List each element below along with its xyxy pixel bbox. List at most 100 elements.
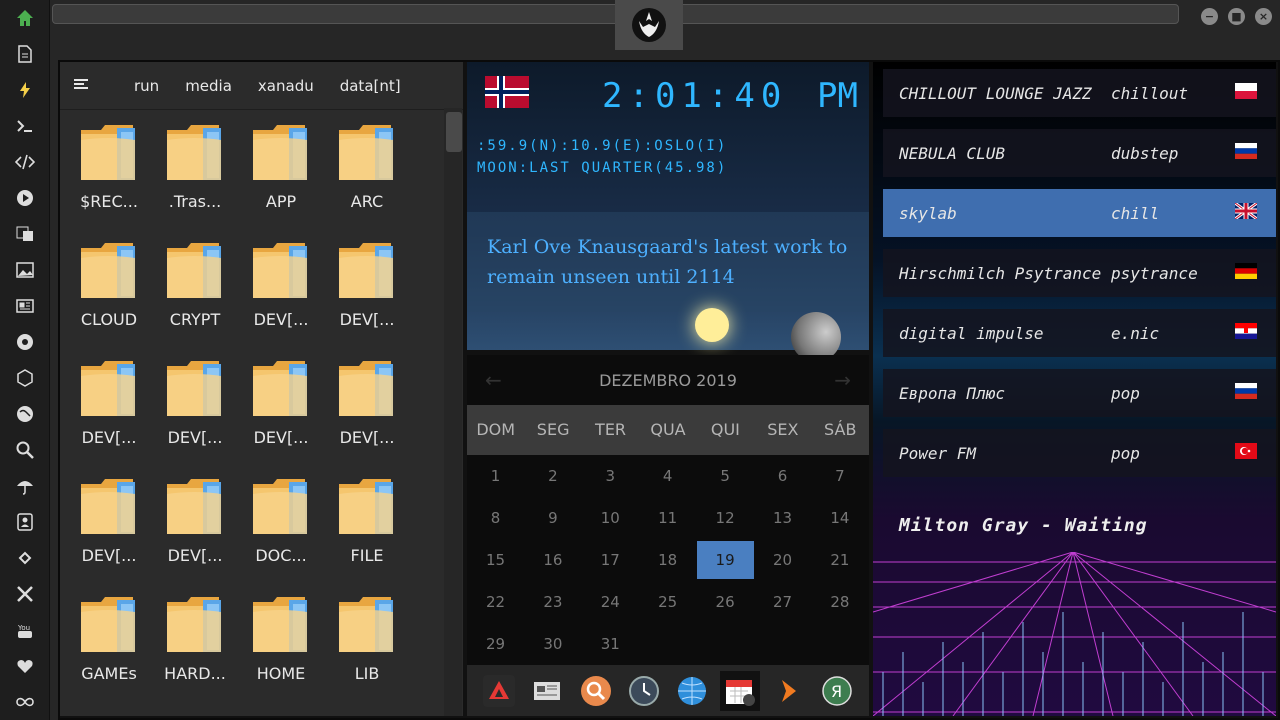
- calendar-day[interactable]: 12: [697, 499, 754, 537]
- terminal-icon[interactable]: [0, 108, 50, 144]
- image-icon[interactable]: [0, 252, 50, 288]
- calendar-day[interactable]: 23: [524, 583, 581, 621]
- calendar-day[interactable]: 24: [582, 583, 639, 621]
- play-icon[interactable]: [0, 180, 50, 216]
- heart-icon[interactable]: [0, 648, 50, 684]
- minimize-button[interactable]: −: [1201, 8, 1218, 25]
- calendar-day[interactable]: 16: [524, 541, 581, 579]
- calendar-day[interactable]: 3: [582, 457, 639, 495]
- scrollbar-thumb[interactable]: [446, 112, 462, 152]
- calendar-day[interactable]: 25: [639, 583, 696, 621]
- calendar-day[interactable]: 31: [582, 625, 639, 663]
- settings-wheel-icon[interactable]: [0, 324, 50, 360]
- calendar-day[interactable]: 20: [754, 541, 811, 579]
- hexagon-icon[interactable]: [0, 360, 50, 396]
- folder-item[interactable]: DOC...: [238, 476, 324, 586]
- folder-item[interactable]: CRYPT: [152, 240, 238, 350]
- folder-item[interactable]: HARD...: [152, 594, 238, 704]
- search-icon[interactable]: [576, 671, 616, 711]
- clock-icon[interactable]: [624, 671, 664, 711]
- station-row[interactable]: skylab chill: [883, 189, 1276, 237]
- home-icon[interactable]: [0, 0, 50, 36]
- calendar-day[interactable]: 2: [524, 457, 581, 495]
- station-row[interactable]: CHILLOUT LOUNGE JAZZ chillout: [883, 69, 1276, 117]
- folder-item[interactable]: DEV[...: [324, 240, 410, 350]
- folder-item[interactable]: DEV[...: [238, 240, 324, 350]
- tab-xanadu[interactable]: xanadu: [258, 77, 314, 95]
- calendar-day[interactable]: 27: [754, 583, 811, 621]
- folder-item[interactable]: GAMEs: [66, 594, 152, 704]
- document-icon[interactable]: [0, 36, 50, 72]
- news-icon[interactable]: [527, 671, 567, 711]
- calendar-day[interactable]: 11: [639, 499, 696, 537]
- folder-item[interactable]: DEV[...: [66, 476, 152, 586]
- scrollbar-track[interactable]: [444, 108, 462, 716]
- folder-item[interactable]: DEV[...: [324, 358, 410, 468]
- folder-item[interactable]: HOME: [238, 594, 324, 704]
- folder-item[interactable]: $REC...: [66, 122, 152, 232]
- umbrella-icon[interactable]: [0, 468, 50, 504]
- menu-icon[interactable]: [74, 77, 94, 95]
- folder-item[interactable]: .Tras...: [152, 122, 238, 232]
- calendar-day[interactable]: 6: [754, 457, 811, 495]
- tab-media[interactable]: media: [185, 77, 232, 95]
- youtube-icon[interactable]: You: [0, 612, 50, 648]
- newspaper-icon[interactable]: [0, 288, 50, 324]
- calendar-day[interactable]: 30: [524, 625, 581, 663]
- station-row[interactable]: Power FM pop: [883, 429, 1276, 477]
- folder-item[interactable]: DEV[...: [152, 476, 238, 586]
- calendar-day[interactable]: 22: [467, 583, 524, 621]
- station-row[interactable]: digital impulse e.nic: [883, 309, 1276, 357]
- calendar-day[interactable]: 28: [811, 583, 868, 621]
- calendar-day[interactable]: 13: [754, 499, 811, 537]
- station-row[interactable]: NEBULA CLUB dubstep: [883, 129, 1276, 177]
- folder-item[interactable]: ARC: [324, 122, 410, 232]
- lightning-icon[interactable]: [0, 72, 50, 108]
- station-row[interactable]: Hirschmilch Psytrance psytrance: [883, 249, 1276, 297]
- contacts-icon[interactable]: [0, 504, 50, 540]
- folder-item[interactable]: FILE: [324, 476, 410, 586]
- calendar-icon[interactable]: [720, 670, 761, 711]
- tab-data-nt[interactable]: data[nt]: [340, 77, 401, 95]
- maximize-button[interactable]: ■: [1228, 8, 1245, 25]
- link-icon[interactable]: [0, 540, 50, 576]
- calendar-day[interactable]: 10: [582, 499, 639, 537]
- calendar-day[interactable]: 18: [639, 541, 696, 579]
- station-row[interactable]: Европа Плюс pop: [883, 369, 1276, 417]
- tab-run[interactable]: run: [134, 77, 159, 95]
- calendar-day[interactable]: 5: [697, 457, 754, 495]
- close-button[interactable]: ×: [1255, 8, 1272, 25]
- calendar-day[interactable]: 26: [697, 583, 754, 621]
- calendar-day[interactable]: 17: [582, 541, 639, 579]
- search-icon[interactable]: [0, 432, 50, 468]
- calendar-day[interactable]: 29: [467, 625, 524, 663]
- expand-icon[interactable]: [0, 576, 50, 612]
- calendar-day[interactable]: 7: [811, 457, 868, 495]
- calendar-day[interactable]: 8: [467, 499, 524, 537]
- folder-item[interactable]: DEV[...: [152, 358, 238, 468]
- arrow-icon[interactable]: [769, 671, 809, 711]
- calendar-day[interactable]: 1: [467, 457, 524, 495]
- folder-item[interactable]: DEV[...: [238, 358, 324, 468]
- prev-month-button[interactable]: ←: [485, 368, 502, 392]
- code-icon[interactable]: [0, 144, 50, 180]
- calendar-day[interactable]: 14: [811, 499, 868, 537]
- folder-item[interactable]: LIB: [324, 594, 410, 704]
- folder-item[interactable]: APP: [238, 122, 324, 232]
- calendar-day[interactable]: 9: [524, 499, 581, 537]
- folder-item[interactable]: DEV[...: [66, 358, 152, 468]
- calendar-day[interactable]: 4: [639, 457, 696, 495]
- calendar-day[interactable]: 15: [467, 541, 524, 579]
- rebel-alliance-icon[interactable]: [615, 0, 683, 50]
- calendar-day[interactable]: 19: [696, 541, 754, 579]
- browser-icon[interactable]: [672, 671, 712, 711]
- folder-item[interactable]: CLOUD: [66, 240, 152, 350]
- infinity-icon[interactable]: [0, 684, 50, 720]
- translate-icon[interactable]: [0, 216, 50, 252]
- calendar-day[interactable]: 21: [811, 541, 868, 579]
- yandex-icon[interactable]: Я: [817, 671, 857, 711]
- news-headline[interactable]: Karl Ove Knausgaard's latest work to rem…: [467, 212, 869, 312]
- globe-icon[interactable]: [0, 396, 50, 432]
- next-month-button[interactable]: →: [834, 368, 851, 392]
- app-launcher-icon[interactable]: [479, 671, 519, 711]
